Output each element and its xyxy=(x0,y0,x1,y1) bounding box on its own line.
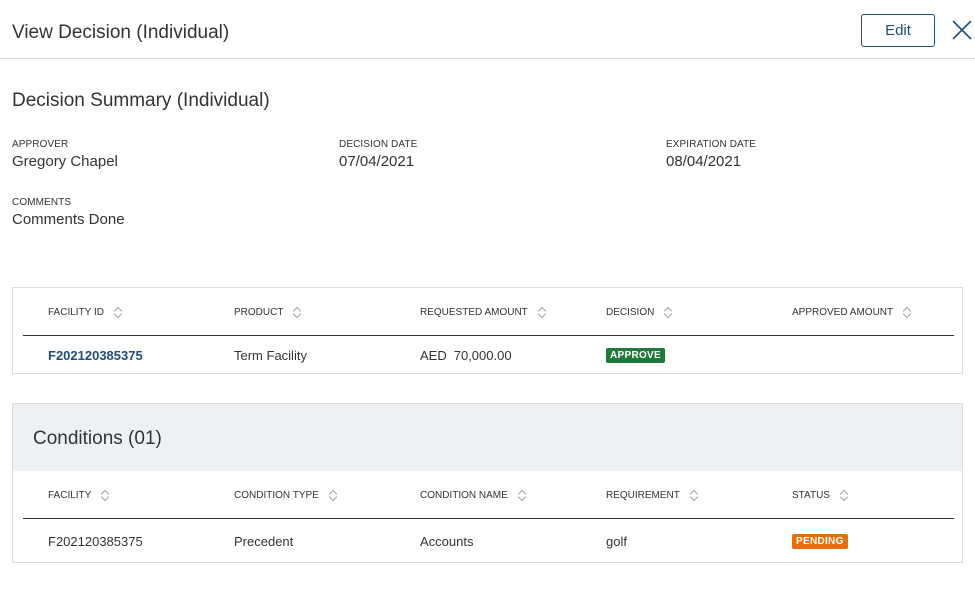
sort-icon[interactable] xyxy=(663,305,673,319)
decision-table-panel: FACILITY ID PRODUCT REQUESTED AMOUNT DEC… xyxy=(12,287,963,374)
status-badge: PENDING xyxy=(792,534,848,549)
sort-icon[interactable] xyxy=(113,305,123,319)
page-title: View Decision (Individual) xyxy=(12,22,230,43)
decision-date-field: DECISION DATE 07/04/2021 xyxy=(339,139,417,172)
column-header-approved-amount[interactable]: APPROVED AMOUNT xyxy=(792,288,912,336)
table-row: F202120385375 Precedent Accounts golf PE… xyxy=(23,520,954,563)
comments-field: COMMENTS Comments Done xyxy=(12,197,125,230)
expiration-date-value: 08/04/2021 xyxy=(666,153,742,170)
expiration-date-label: EXPIRATION DATE xyxy=(666,139,757,150)
column-header-product[interactable]: PRODUCT xyxy=(234,288,302,336)
product-cell: Term Facility xyxy=(234,347,307,363)
conditions-panel: Conditions (01) FACILITY CONDITION TYPE … xyxy=(12,403,963,563)
decision-table-header: FACILITY ID PRODUCT REQUESTED AMOUNT DEC… xyxy=(23,288,954,336)
close-icon[interactable] xyxy=(950,18,974,42)
column-header-condition-name[interactable]: CONDITION NAME xyxy=(420,471,527,519)
condition-type-cell: Precedent xyxy=(234,534,294,549)
conditions-header: Conditions (01) xyxy=(13,404,962,471)
column-header-facility[interactable]: FACILITY xyxy=(48,471,110,519)
sort-icon[interactable] xyxy=(537,305,547,319)
column-header-requested-amount[interactable]: REQUESTED AMOUNT xyxy=(420,288,547,336)
sort-icon[interactable] xyxy=(517,488,527,502)
sort-icon[interactable] xyxy=(839,488,849,502)
sort-icon[interactable] xyxy=(902,305,912,319)
decision-cell: APPROVE xyxy=(606,337,666,373)
column-header-status[interactable]: STATUS xyxy=(792,471,849,519)
comments-label: COMMENTS xyxy=(12,197,72,208)
requested-amount-cell: AED 70,000.00 xyxy=(420,337,512,373)
edit-button[interactable]: Edit xyxy=(861,14,935,47)
approver-field: APPROVER Gregory Chapel xyxy=(12,139,118,172)
facility-cell: F202120385375 xyxy=(48,534,143,549)
expiration-date-field: EXPIRATION DATE 08/04/2021 xyxy=(666,139,756,172)
sort-icon[interactable] xyxy=(100,488,110,502)
condition-name-cell: Accounts xyxy=(420,534,474,549)
column-header-facility-id[interactable]: FACILITY ID xyxy=(48,288,123,336)
status-badge: APPROVE xyxy=(606,347,666,363)
column-header-decision[interactable]: DECISION xyxy=(606,288,673,336)
decision-date-label: DECISION DATE xyxy=(339,139,418,150)
approver-value: Gregory Chapel xyxy=(12,153,118,170)
comments-value: Comments Done xyxy=(12,211,125,228)
facility-id-link[interactable]: F202120385375 xyxy=(48,337,143,373)
summary-title: Decision Summary (Individual) xyxy=(12,90,270,111)
conditions-table-header: FACILITY CONDITION TYPE CONDITION NAME R… xyxy=(23,471,954,519)
amount-value: 70,000.00 xyxy=(453,347,512,363)
decision-date-value: 07/04/2021 xyxy=(339,153,415,170)
sort-icon[interactable] xyxy=(689,488,699,502)
approver-label: APPROVER xyxy=(12,139,69,150)
column-header-condition-type[interactable]: CONDITION TYPE xyxy=(234,471,338,519)
requirement-cell: golf xyxy=(606,534,627,549)
modal-header: View Decision (Individual) Edit xyxy=(0,0,975,59)
table-row: F202120385375 Term Facility AED 70,000.0… xyxy=(23,337,954,373)
sort-icon[interactable] xyxy=(292,305,302,319)
currency-code: AED xyxy=(420,347,447,363)
conditions-title: Conditions (01) xyxy=(33,428,162,449)
status-cell: PENDING xyxy=(792,520,848,563)
sort-icon[interactable] xyxy=(328,488,338,502)
column-header-requirement[interactable]: REQUIREMENT xyxy=(606,471,699,519)
